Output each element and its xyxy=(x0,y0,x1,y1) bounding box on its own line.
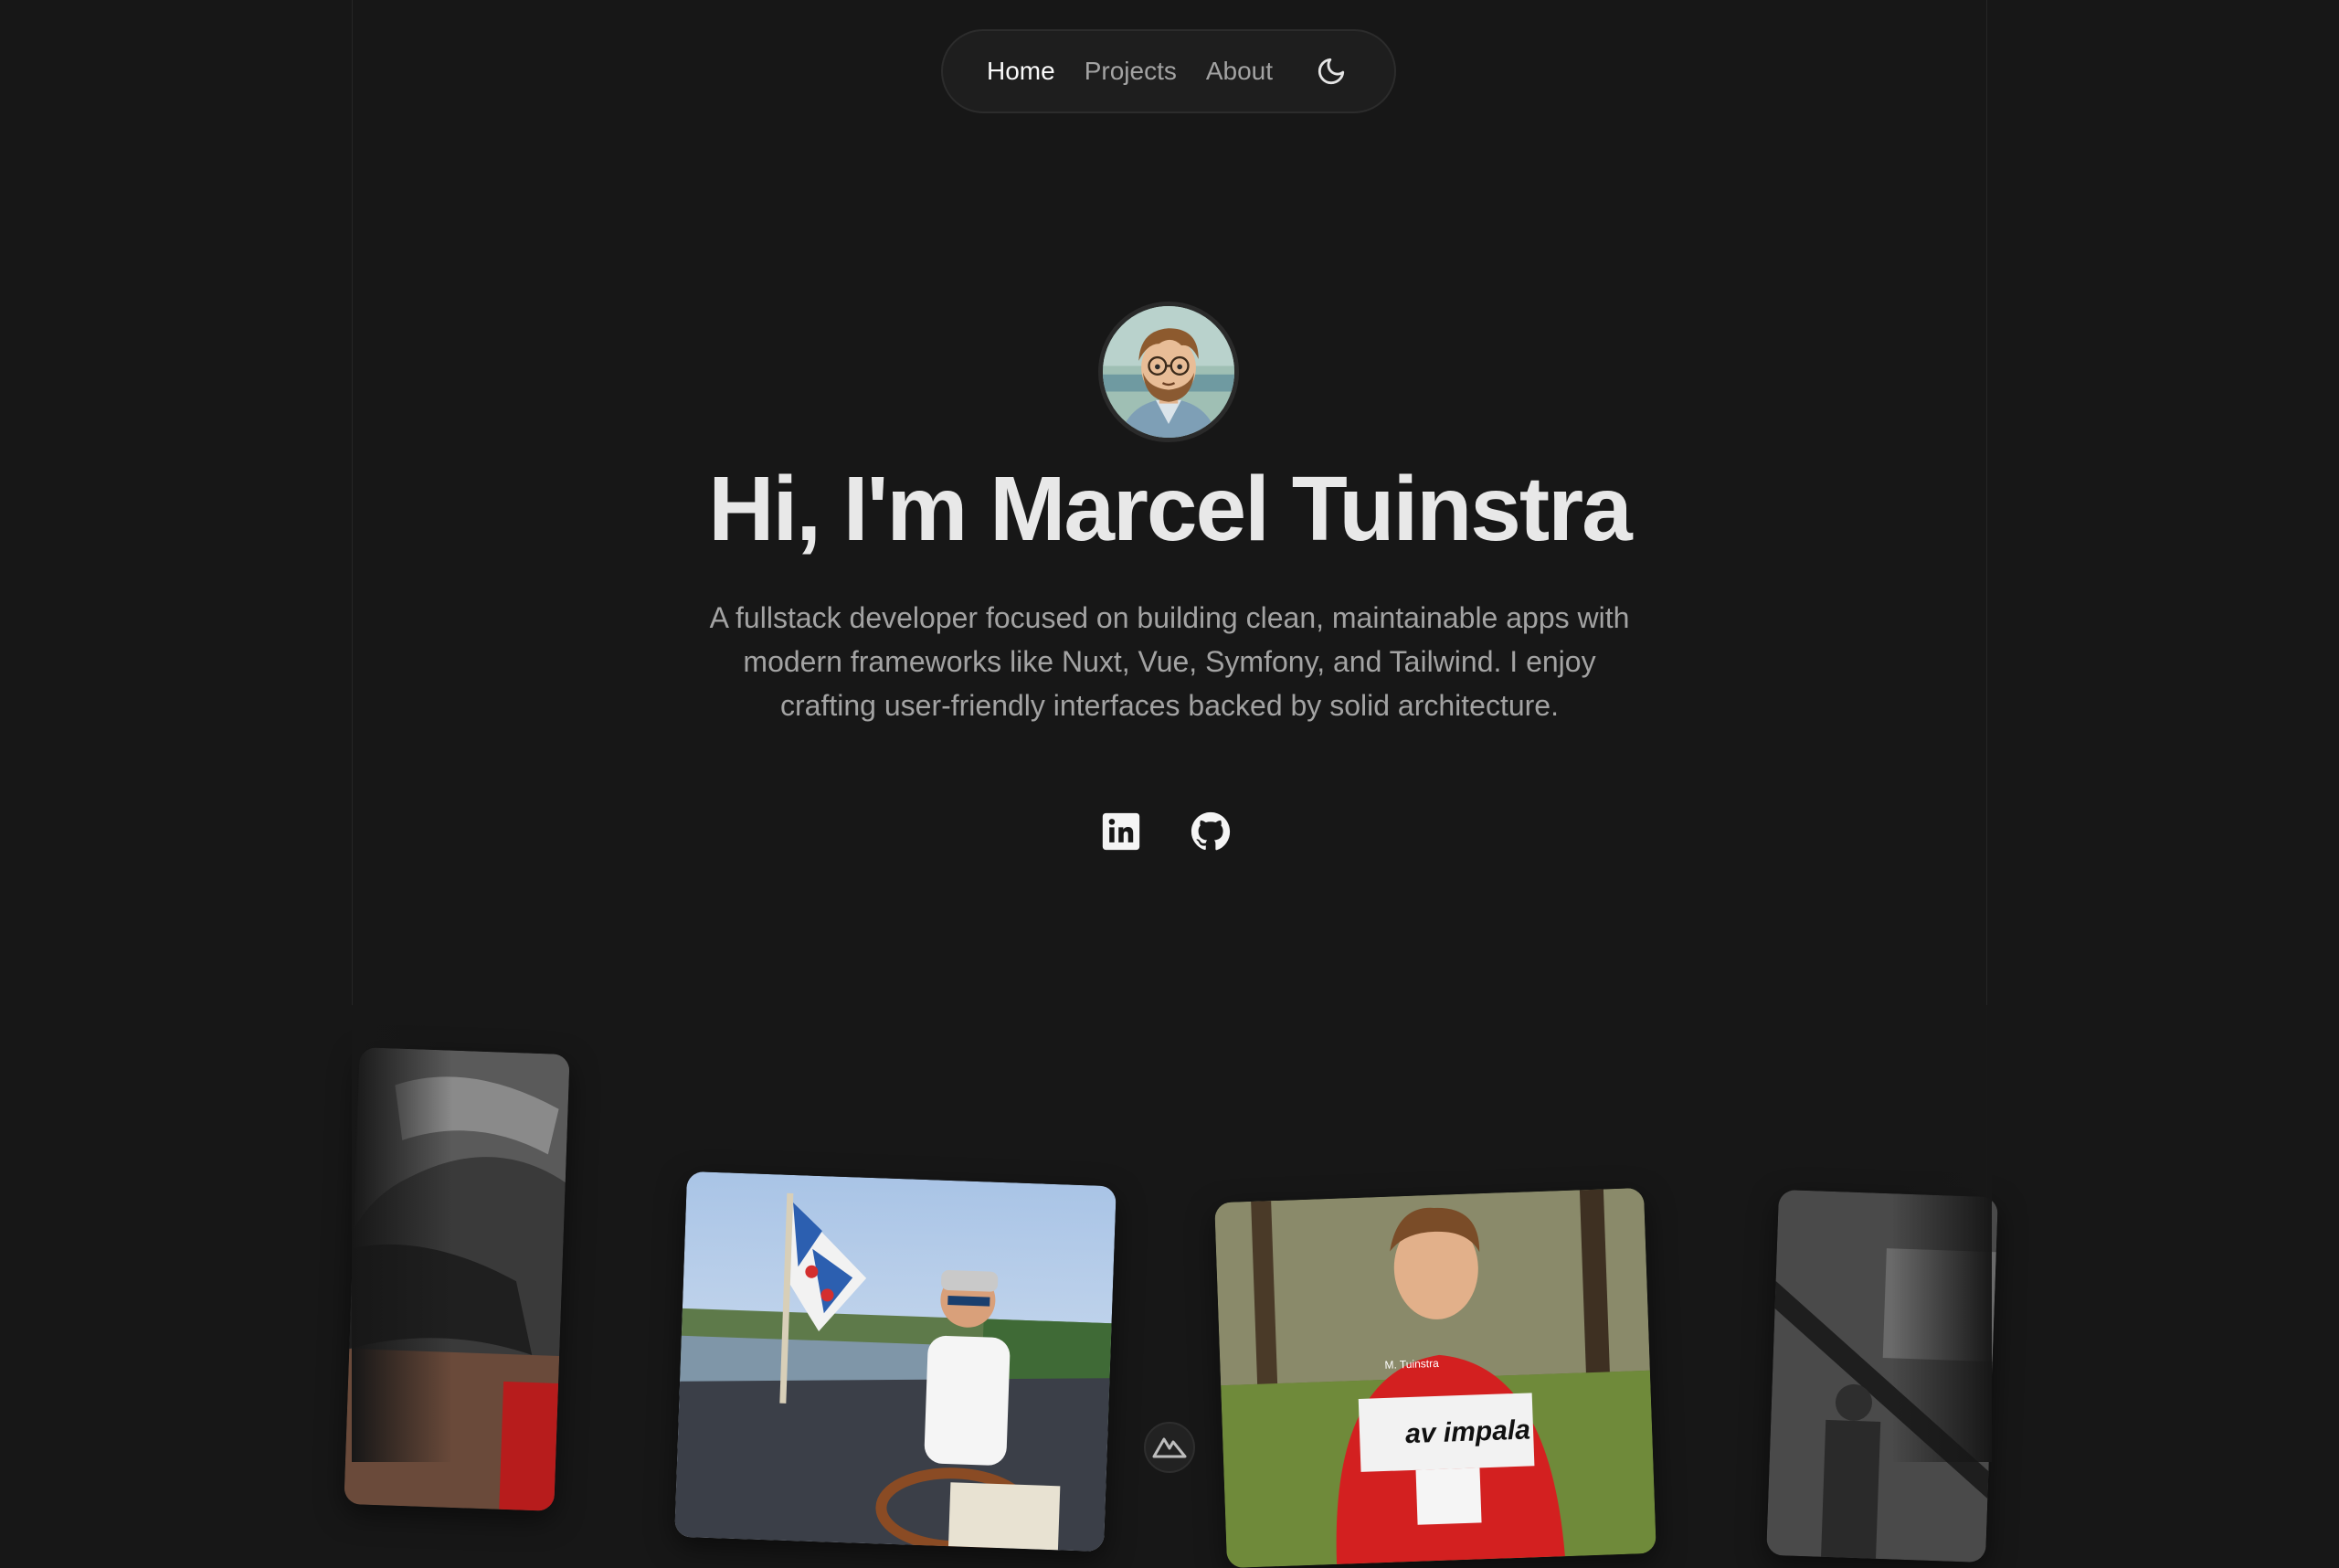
github-link[interactable] xyxy=(1191,811,1231,852)
linkedin-icon xyxy=(1102,812,1140,851)
photo-card-runner: M. Tuinstra av impala xyxy=(1214,1187,1656,1568)
theme-toggle-button[interactable] xyxy=(1311,51,1351,91)
gallery-fade-right xyxy=(1891,1005,1992,1462)
moon-icon xyxy=(1318,58,1345,85)
runner-photo: M. Tuinstra av impala xyxy=(1214,1187,1656,1568)
top-nav: Home Projects About xyxy=(941,29,1396,113)
runner-shirt-name: M. Tuinstra xyxy=(1384,1357,1439,1372)
social-links xyxy=(1101,811,1231,852)
nuxt-logo-icon xyxy=(1152,1437,1187,1458)
nav-home-link[interactable]: Home xyxy=(987,57,1055,86)
linkedin-link[interactable] xyxy=(1101,811,1141,852)
nav-about-link[interactable]: About xyxy=(1206,57,1273,86)
photo-card-boat xyxy=(674,1171,1117,1552)
hero-subtitle: A fullstack developer focused on buildin… xyxy=(709,601,1630,722)
nuxt-badge[interactable] xyxy=(1144,1422,1195,1473)
avatar xyxy=(1098,302,1239,442)
page-title: Hi, I'm Marcel Tuinstra xyxy=(708,458,1633,560)
nav-projects-link[interactable]: Projects xyxy=(1085,57,1177,86)
page-frame xyxy=(352,0,1987,1462)
avatar-illustration xyxy=(1103,306,1234,438)
boat-photo xyxy=(674,1171,1117,1552)
gallery-fade-left xyxy=(352,1005,452,1462)
runner-shirt-club: av impala xyxy=(1405,1414,1531,1449)
github-icon xyxy=(1191,811,1231,851)
